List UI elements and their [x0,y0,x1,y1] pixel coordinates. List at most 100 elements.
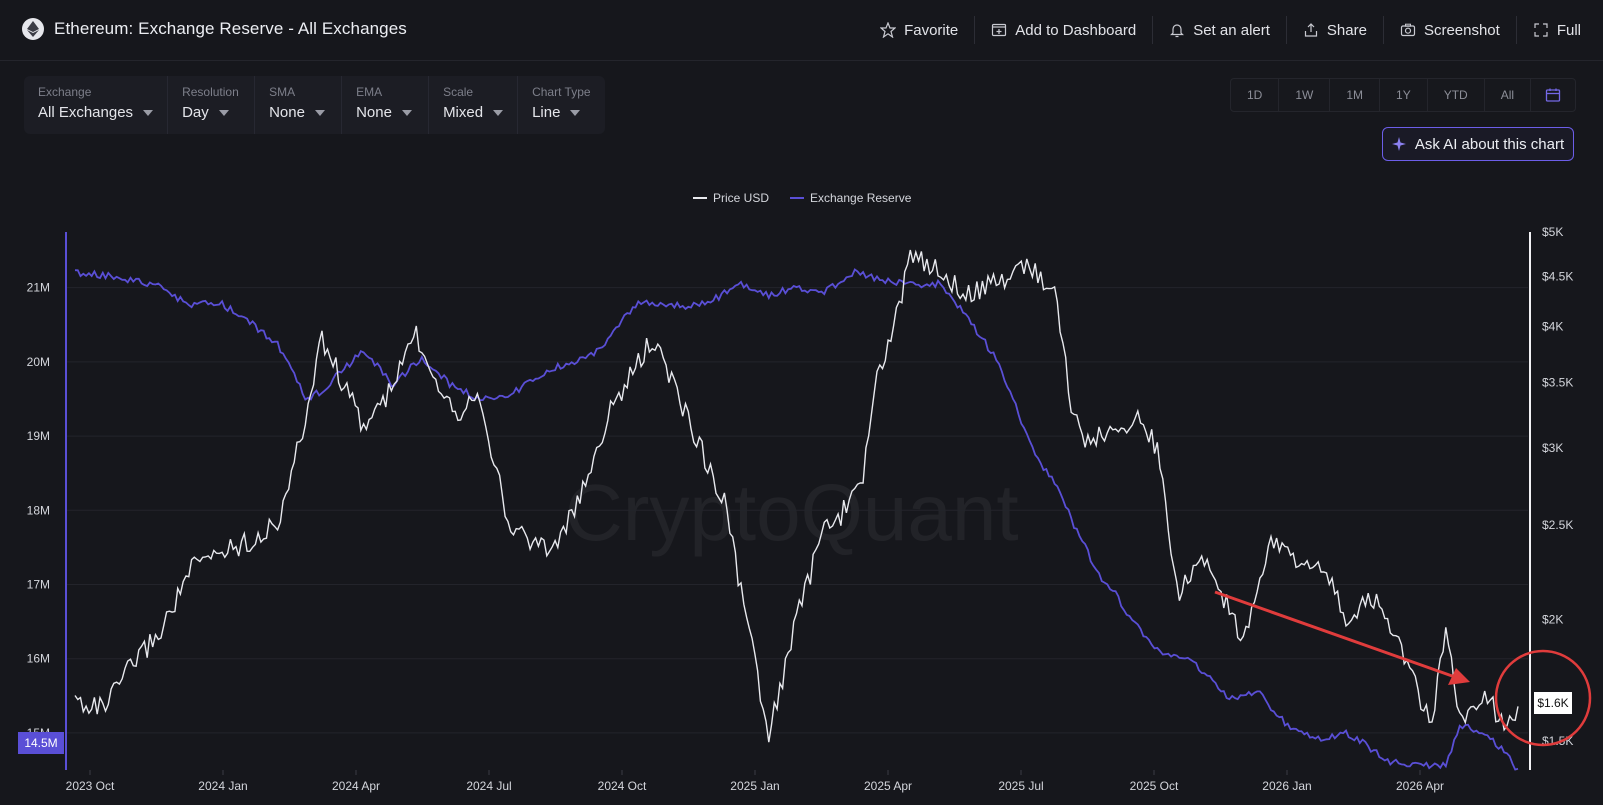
trend-arrow-annotation [1214,590,1470,685]
left-tick-label: 18M [27,503,50,517]
camera-icon [1400,23,1416,37]
share-label: Share [1326,21,1367,39]
title-wrap: Ethereum: Exchange Reserve - All Exchang… [22,18,407,40]
chevron-down-icon [570,109,581,116]
filter-sma[interactable]: SMA None [255,76,343,134]
filter-exchange-label: Exchange [38,85,92,99]
x-tick-label: 2024 Oct [598,779,647,793]
x-tick-label: 2026 Jan [1262,779,1311,793]
chevron-down-icon [218,109,229,116]
set-alert-button[interactable]: Set an alert [1153,16,1287,44]
chevron-down-icon [493,109,504,116]
fullscreen-button[interactable]: Full [1517,16,1581,44]
filter-sma-value: None [269,104,305,121]
filter-chart-type[interactable]: Chart Type Line [518,76,604,134]
favorite-button[interactable]: Favorite [864,16,976,44]
filter-resolution-value: Day [182,104,209,121]
left-tick-label: 19M [27,429,50,443]
add-to-dashboard-label: Add to Dashboard [1015,21,1137,39]
header-actions: Favorite Add to Dashboard Set an alert S… [864,16,1581,44]
sparkle-icon [1391,137,1406,151]
left-axis: 21M20M19M18M17M16M15M [27,281,50,740]
share-button[interactable]: Share [1287,16,1384,44]
star-icon [880,22,897,38]
set-alert-label: Set an alert [1193,21,1270,39]
add-to-dashboard-button[interactable]: Add to Dashboard [975,16,1154,44]
share-icon [1304,23,1318,37]
filter-chart-type-value: Line [532,104,561,121]
right-tick-label: $4.5K [1542,270,1573,284]
filter-panel: Exchange All Exchanges Resolution Day SM… [24,76,605,134]
range-ytd[interactable]: YTD [1428,79,1485,111]
filter-resolution[interactable]: Resolution Day [168,76,256,134]
x-tick-label: 2025 Jul [998,779,1043,793]
fullscreen-label: Full [1556,21,1581,39]
filter-ema-value: None [356,104,392,121]
dashboard-add-icon [992,23,1007,37]
filter-exchange[interactable]: Exchange All Exchanges [24,76,169,134]
legend: Price USD Exchange Reserve [693,191,912,205]
filter-ema[interactable]: EMA None [342,76,430,134]
range-1m[interactable]: 1M [1330,79,1381,111]
left-tick-label: 16M [27,652,50,666]
filter-resolution-label: Resolution [182,85,239,99]
page-title: Ethereum: Exchange Reserve - All Exchang… [54,19,407,38]
right-tick-label: $5K [1542,225,1563,239]
filter-chart-type-label: Chart Type [532,85,591,99]
left-current-value: 14.5M [24,736,57,750]
chart-grid [66,287,1528,734]
range-selector: 1D 1W 1M 1Y YTD All [1230,78,1577,112]
legend-reserve-label: Exchange Reserve [810,191,912,205]
bell-icon [1170,24,1185,38]
filter-ema-label: EMA [356,85,383,99]
left-current-badge: 14.5M [18,732,64,754]
right-tick-label: $2.5K [1542,518,1573,532]
x-tick-label: 2024 Jul [466,779,511,793]
filter-exchange-value: All Exchanges [38,104,134,121]
x-tick-label: 2024 Jan [198,779,247,793]
chart: CryptoQuant Price USD Exchange Reserve 2… [18,191,1592,793]
range-1w[interactable]: 1W [1279,79,1331,111]
right-current-badge: $1.6K [1534,692,1572,714]
right-current-value: $1.6K [1537,696,1568,710]
filter-scale-value: Mixed [443,104,484,121]
x-tick-label: 2024 Apr [332,779,380,793]
screenshot-button[interactable]: Screenshot [1384,16,1517,44]
calendar-button[interactable] [1531,79,1575,111]
watermark: CryptoQuant [565,468,1019,557]
filter-scale[interactable]: Scale Mixed [429,76,519,134]
x-axis: 2023 Oct 2024 Jan 2024 Apr 2024 Jul 2024 Oct… [66,770,1444,793]
right-axis: $5K$4.5K$4K$3.5K$3K$2.5K$2K$1.5K [1542,225,1573,748]
chevron-down-icon [143,109,154,116]
screenshot-label: Screenshot [1423,21,1500,39]
right-tick-label: $2K [1542,612,1563,626]
top-bar: Ethereum: Exchange Reserve - All Exchang… [0,0,1603,61]
filter-sma-label: SMA [269,85,296,99]
calendar-icon [1545,88,1561,102]
left-tick-label: 20M [27,355,50,369]
x-tick-label: 2025 Jan [730,779,779,793]
range-1d[interactable]: 1D [1231,79,1280,111]
chart-page: Ethereum: Exchange Reserve - All Exchang… [0,0,1603,805]
ethereum-logo-icon [22,18,44,40]
chevron-down-icon [314,109,325,116]
range-1y[interactable]: 1Y [1380,79,1428,111]
range-all[interactable]: All [1485,79,1532,111]
favorite-label: Favorite [904,21,959,39]
right-tick-label: $4K [1542,319,1563,333]
ask-ai-label: Ask AI about this chart [1414,135,1565,153]
x-tick-label: 2026 Apr [1396,779,1444,793]
trend-arrow-line [1214,590,1456,679]
legend-price-label: Price USD [713,191,769,205]
filter-scale-label: Scale [443,85,474,99]
right-tick-label: $3.5K [1542,376,1573,390]
x-tick-label: 2025 Apr [864,779,912,793]
left-tick-label: 21M [27,281,50,295]
ask-ai-button[interactable]: Ask AI about this chart [1382,127,1574,161]
left-tick-label: 17M [27,577,50,591]
right-tick-label: $3K [1542,441,1563,455]
fullscreen-icon [1534,23,1548,37]
x-tick-label: 2023 Oct [66,779,115,793]
chevron-down-icon [401,109,412,116]
x-tick-label: 2025 Oct [1130,779,1179,793]
